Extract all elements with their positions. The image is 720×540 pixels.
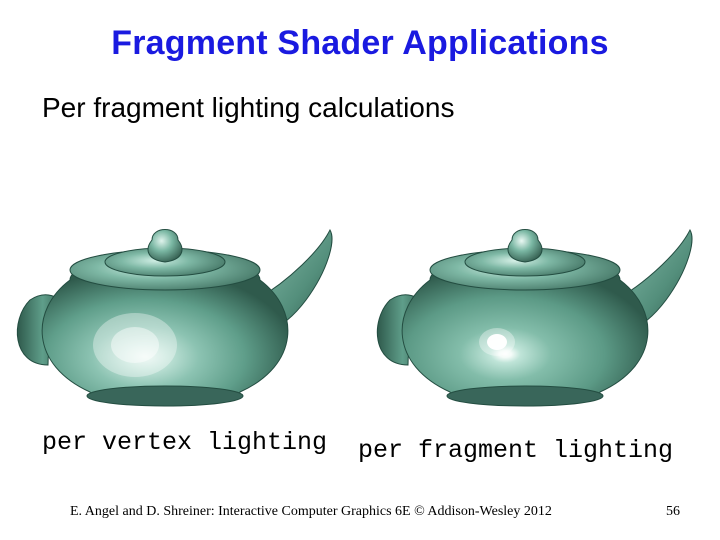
teapot-row	[0, 170, 720, 430]
teapot-per-fragment	[360, 170, 720, 430]
caption-per-fragment: per fragment lighting	[358, 436, 673, 465]
page-number: 56	[666, 504, 680, 520]
teapot-per-vertex	[0, 170, 360, 430]
slide-subtitle: Per fragment lighting calculations	[42, 92, 454, 124]
teapot-per-fragment-image	[370, 170, 710, 430]
caption-per-vertex: per vertex lighting	[42, 428, 327, 457]
teapot-per-vertex-image	[10, 170, 350, 430]
slide-title: Fragment Shader Applications	[0, 24, 720, 63]
slide: Fragment Shader Applications Per fragmen…	[0, 0, 720, 540]
footer-citation: E. Angel and D. Shreiner: Interactive Co…	[70, 504, 552, 520]
